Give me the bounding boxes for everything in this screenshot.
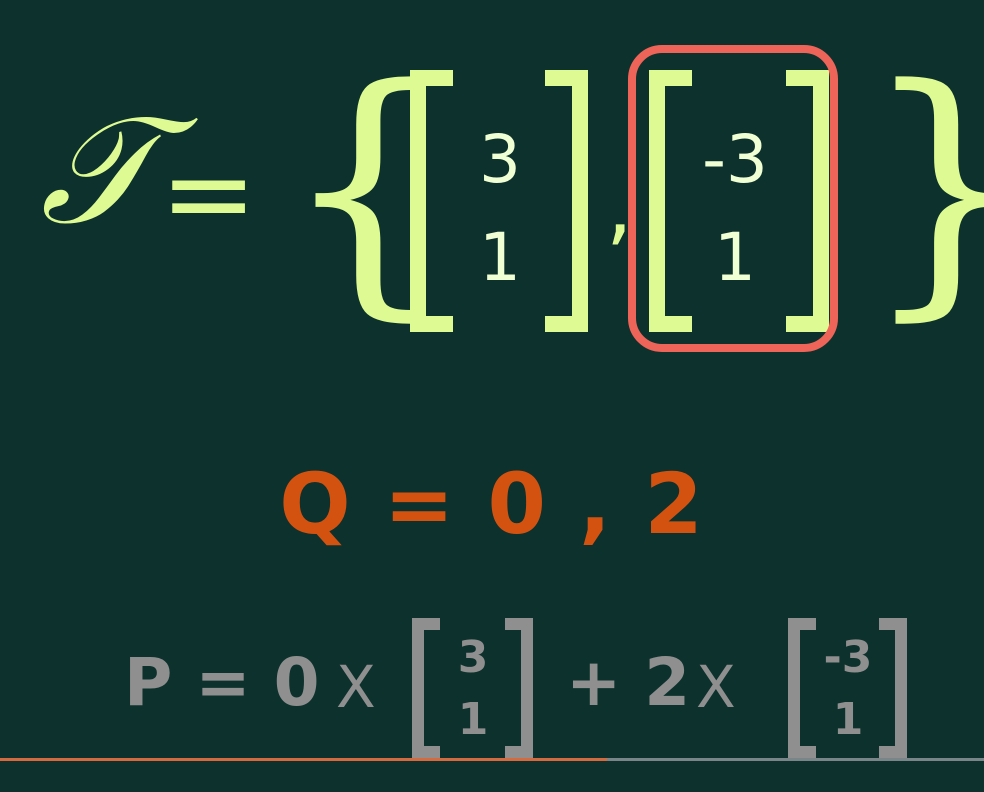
bottom-vector-2-entry-2: 1 [832, 694, 864, 745]
times-symbol-2: X [696, 653, 736, 721]
plus-two-term: + 2 [566, 644, 691, 721]
bottom-vector-1-entry-2: 1 [457, 694, 489, 745]
bottom-vector-1-right-bracket [505, 618, 533, 758]
bottom-vector-1-left-bracket [412, 618, 440, 758]
bottom-vector-1-entry-1: 3 [457, 632, 489, 683]
progress-track[interactable] [0, 758, 984, 761]
bottom-vector-2-right-bracket [879, 618, 907, 758]
main-canvas: 𝒯 = { } , 3 1 -3 1 Q = 0 , 2 P = 0 X 3 1… [0, 0, 984, 792]
bottom-vector-2-left-bracket [788, 618, 816, 758]
progress-fill [0, 758, 608, 761]
bottom-vector-2-entry-1: -3 [823, 632, 873, 683]
